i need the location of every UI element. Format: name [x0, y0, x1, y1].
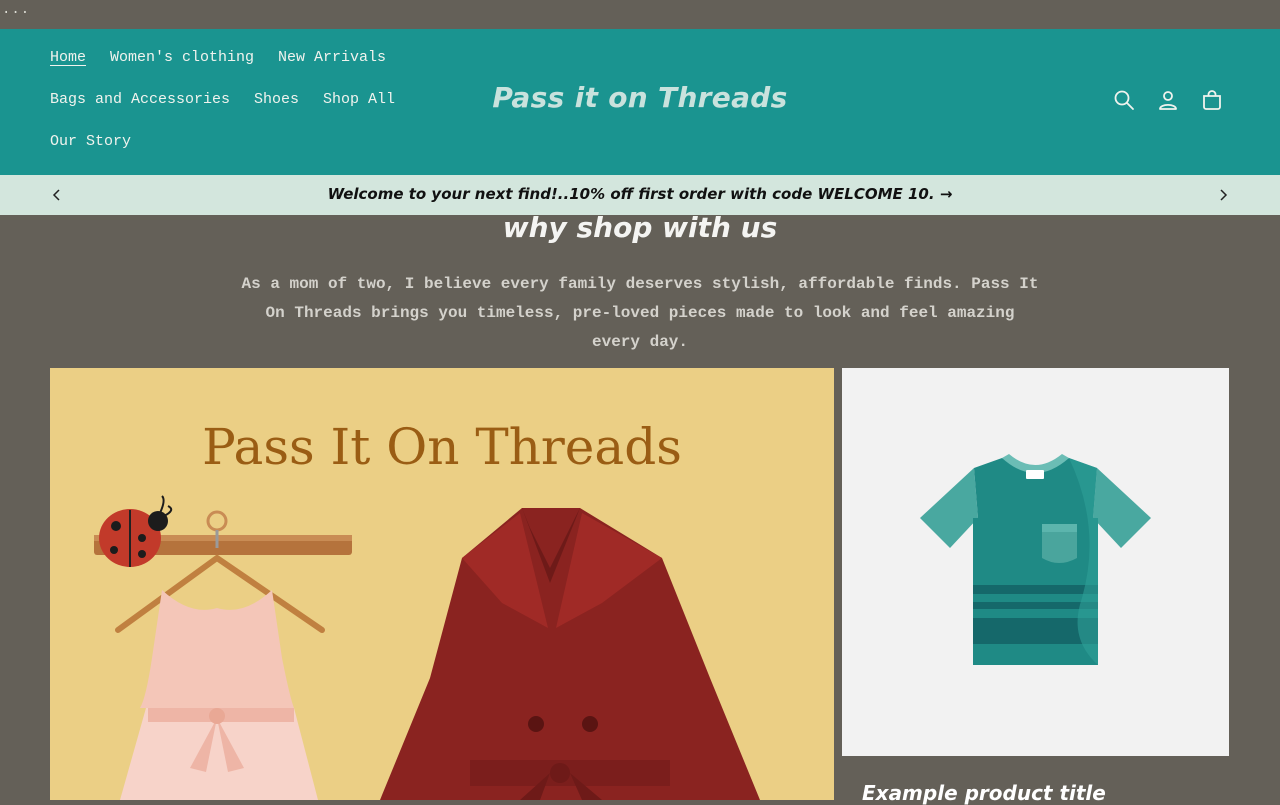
nav-womens-clothing[interactable]: Women's clothing	[110, 49, 254, 66]
nav-home[interactable]: Home	[50, 49, 86, 66]
hero-image: Pass It On Threads	[50, 368, 834, 800]
brand-logo[interactable]: Pass it on Threads	[0, 81, 1280, 114]
arrow-right-icon: →	[939, 185, 953, 203]
search-icon[interactable]	[1112, 88, 1136, 112]
announcement-bar: Welcome to your next find!..10% off firs…	[0, 175, 1280, 215]
menu-dots[interactable]: ...	[2, 2, 30, 18]
account-icon[interactable]	[1156, 88, 1180, 112]
browser-top-strip: ...	[0, 0, 1280, 29]
section-body: As a mom of two, I believe every family …	[241, 275, 1039, 351]
tshirt-icon	[920, 454, 1151, 665]
ladybug-icon	[99, 495, 173, 567]
announcement-link[interactable]: Welcome to your next find!..10% off firs…	[0, 185, 1280, 203]
cart-icon[interactable]	[1200, 88, 1224, 112]
announcement-next-button[interactable]	[1215, 187, 1231, 203]
nav-new-arrivals[interactable]: New Arrivals	[278, 49, 386, 66]
product-card[interactable]	[842, 368, 1229, 756]
nav-our-story[interactable]: Our Story	[50, 133, 131, 150]
announcement-text: Welcome to your next find!..10% off firs…	[327, 185, 935, 203]
hero-illustration	[94, 495, 760, 800]
section-title: why shop with us	[502, 211, 778, 244]
product-title[interactable]: Example product title	[862, 781, 1106, 805]
site-header: Home Women's clothing New Arrivals Bags …	[0, 29, 1280, 175]
